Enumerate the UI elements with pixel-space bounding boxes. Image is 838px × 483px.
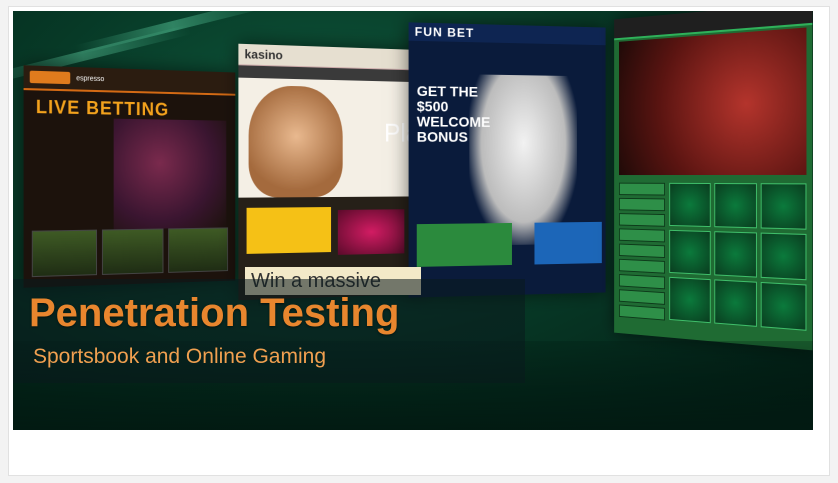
welcome-bonus-heading: GET THE $500 WELCOME BONUS (416, 82, 491, 145)
live-table-tiles (669, 182, 807, 331)
slot-machine-image (337, 209, 405, 255)
espresso-site-screenshot: espresso LIVE BETTING (23, 65, 236, 288)
hero-banner: espresso LIVE BETTING kasino Pla FUN BET… (13, 11, 813, 430)
funbet-logo: FUN BET (414, 24, 475, 41)
funbet-site-screenshot: FUN BET GET THE $500 WELCOME BONUS (408, 22, 606, 298)
kasino-logo: kasino (244, 47, 283, 63)
sportsbook-site-screenshot (614, 11, 813, 351)
live-betting-heading: LIVE BETTING (35, 96, 170, 120)
casino-promo-image (619, 27, 807, 176)
european-roulette-tile (534, 221, 602, 265)
soccer-thumbnail (31, 229, 97, 278)
espresso-logo-text: espresso (76, 74, 105, 83)
funbet-nav: FUN BET (408, 22, 606, 46)
horses-thumbnail (168, 227, 229, 273)
espresso-nav: espresso (23, 65, 236, 96)
sport-thumbnails (31, 227, 229, 278)
game-list (619, 182, 665, 324)
hero-woman-image (248, 85, 343, 198)
kasino-site-screenshot: kasino Pla (238, 43, 423, 301)
banner-title: Penetration Testing (29, 291, 400, 335)
football-players-image (113, 118, 227, 230)
welcome-bonus-box (246, 207, 332, 254)
banner-subtitle: Sportsbook and Online Gaming (33, 345, 327, 368)
promo-tile-green (416, 222, 512, 267)
espresso-logo (29, 70, 71, 85)
dogs-thumbnail (101, 228, 164, 275)
